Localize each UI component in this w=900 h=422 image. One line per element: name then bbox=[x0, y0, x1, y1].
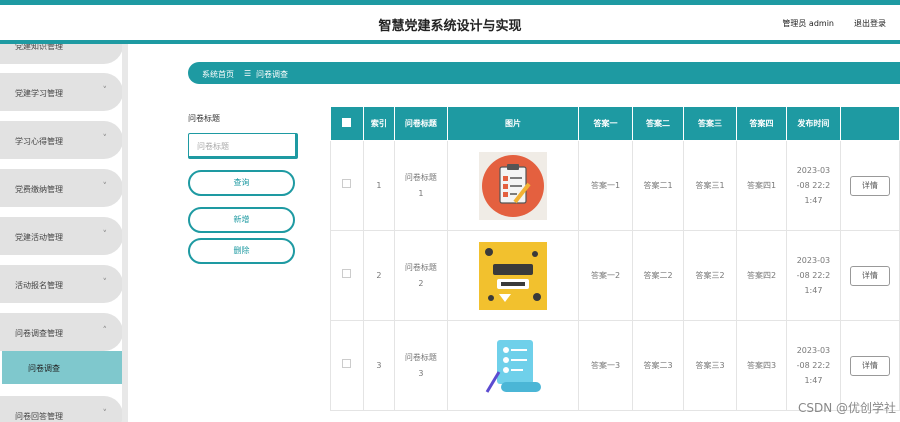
sidebar-item-signup[interactable]: 活动报名管理 ˅ bbox=[0, 265, 122, 303]
query-button[interactable]: 查询 bbox=[188, 170, 295, 196]
chevron-down-icon: ˅ bbox=[102, 182, 108, 192]
app-title: 智慧党建系统设计与实现 bbox=[378, 19, 522, 34]
row-publish-time: 2023-03 -08 22:2 1:47 bbox=[786, 320, 841, 411]
sidebar-item-label: 学习心得管理 bbox=[15, 137, 63, 146]
breadcrumb: 系统首页 ☰ 问卷调查 bbox=[188, 62, 900, 84]
table-row: 3 问卷标题 3 答案一3 答案二3 答案三3 答案四3 2023-03 -08… bbox=[330, 320, 900, 411]
table-row: 2 问卷标题 2 答案一2 答案二2 答案三2 答案四2 2023-03 -08… bbox=[330, 230, 900, 321]
sidebar-item-dues[interactable]: 党费缴纳管理 ˅ bbox=[0, 169, 122, 207]
chevron-down-icon: ˅ bbox=[102, 134, 108, 144]
row-index: 2 bbox=[362, 230, 395, 321]
menu-icon: ☰ bbox=[244, 69, 252, 78]
sidebar-item-survey-answers[interactable]: 问卷回答管理 ˅ bbox=[0, 396, 122, 422]
detail-button[interactable]: 详情 bbox=[849, 265, 890, 286]
sidebar-item-label: 党建知识管理 bbox=[15, 44, 63, 51]
col-answer2: 答案二 bbox=[631, 106, 685, 141]
clipboard-checklist-image bbox=[478, 151, 547, 220]
scroll-list-image bbox=[478, 331, 547, 400]
sidebar-item-label: 问卷调查管理 bbox=[15, 329, 63, 338]
row-index: 3 bbox=[362, 320, 395, 411]
chevron-down-icon: ˅ bbox=[102, 86, 108, 96]
row-publish-time: 2023-03 -08 22:2 1:47 bbox=[786, 140, 841, 231]
row-image bbox=[446, 230, 580, 321]
row-actions: 详情 bbox=[839, 230, 900, 321]
col-image: 图片 bbox=[446, 106, 580, 141]
col-title: 问卷标题 bbox=[393, 106, 448, 141]
col-answer1: 答案一 bbox=[578, 106, 633, 141]
sidebar-item-party-knowledge[interactable]: 党建知识管理 bbox=[0, 44, 122, 64]
row-image bbox=[446, 320, 580, 411]
survey-table: 索引 问卷标题 图片 答案一 答案二 答案三 答案四 发布时间 1 问卷标题1 bbox=[330, 106, 900, 411]
row-answer2: 答案二1 bbox=[631, 140, 685, 231]
breadcrumb-home[interactable]: 系统首页 bbox=[202, 69, 234, 80]
logout-link[interactable]: 退出登录 bbox=[854, 18, 886, 29]
row-answer3: 答案三2 bbox=[683, 230, 737, 321]
chevron-down-icon: ˅ bbox=[102, 278, 108, 288]
row-checkbox[interactable] bbox=[330, 140, 364, 231]
sidebar-item-survey[interactable]: 问卷调查管理 ˄ bbox=[0, 313, 122, 351]
sidebar-item-party-study[interactable]: 党建学习管理 ˅ bbox=[0, 73, 122, 111]
sidebar-subitem-survey[interactable]: 问卷调查 bbox=[2, 351, 122, 384]
sidebar-subitem-label: 问卷调查 bbox=[28, 364, 60, 373]
row-actions: 详情 bbox=[839, 140, 900, 231]
sidebar-item-label: 党建活动管理 bbox=[15, 233, 63, 242]
row-answer4: 答案四3 bbox=[735, 320, 788, 411]
row-answer3: 答案三3 bbox=[683, 320, 737, 411]
watermark: CSDN @优创学社 bbox=[797, 401, 896, 415]
chevron-down-icon: ˅ bbox=[102, 409, 108, 419]
select-all-checkbox[interactable] bbox=[330, 106, 364, 141]
search-label: 问卷标题 bbox=[188, 114, 220, 123]
row-image bbox=[446, 140, 580, 231]
sidebar-item-label: 活动报名管理 bbox=[15, 281, 63, 290]
row-answer1: 答案一1 bbox=[578, 140, 633, 231]
row-answer1: 答案一2 bbox=[578, 230, 633, 321]
sidebar-item-label: 党费缴纳管理 bbox=[15, 185, 63, 194]
current-user: 管理员 admin bbox=[782, 19, 834, 28]
sidebar: 党建知识管理 党建学习管理 ˅ 学习心得管理 ˅ 党费缴纳管理 ˅ 党建活动管理… bbox=[0, 44, 128, 422]
table-header-row: 索引 问卷标题 图片 答案一 答案二 答案三 答案四 发布时间 bbox=[330, 106, 900, 141]
search-input[interactable]: 问卷标题 bbox=[188, 133, 298, 159]
row-answer2: 答案二2 bbox=[631, 230, 685, 321]
row-checkbox[interactable] bbox=[330, 230, 364, 321]
col-actions bbox=[839, 106, 900, 141]
row-answer3: 答案三1 bbox=[683, 140, 737, 231]
row-answer4: 答案四2 bbox=[735, 230, 788, 321]
row-answer1: 答案一3 bbox=[578, 320, 633, 411]
add-button[interactable]: 新增 bbox=[188, 207, 295, 233]
col-answer3: 答案三 bbox=[683, 106, 737, 141]
detail-button[interactable]: 详情 bbox=[849, 175, 890, 196]
row-index: 1 bbox=[362, 140, 395, 231]
col-publish-time: 发布时间 bbox=[786, 106, 841, 141]
row-checkbox[interactable] bbox=[330, 320, 364, 411]
top-bar: 智慧党建系统设计与实现 管理员 admin 退出登录 bbox=[0, 0, 900, 44]
row-title: 问卷标题 3 bbox=[393, 320, 448, 411]
survey-poster-image bbox=[478, 241, 547, 310]
chevron-up-icon: ˄ bbox=[102, 326, 108, 336]
row-answer4: 答案四1 bbox=[735, 140, 788, 231]
col-index: 索引 bbox=[362, 106, 395, 141]
chevron-down-icon: ˅ bbox=[102, 230, 108, 240]
sidebar-item-label: 问卷回答管理 bbox=[15, 412, 63, 421]
row-publish-time: 2023-03 -08 22:2 1:47 bbox=[786, 230, 841, 321]
col-answer4: 答案四 bbox=[735, 106, 788, 141]
detail-button[interactable]: 详情 bbox=[849, 355, 890, 376]
sidebar-item-label: 党建学习管理 bbox=[15, 89, 63, 98]
breadcrumb-current: 问卷调查 bbox=[256, 70, 288, 79]
row-actions: 详情 bbox=[839, 320, 900, 411]
table-row: 1 问卷标题 1 答案一1 答案二1 答案三1 答案四1 2023-03 -08… bbox=[330, 140, 900, 231]
delete-button[interactable]: 删除 bbox=[188, 238, 295, 264]
row-title: 问卷标题 1 bbox=[393, 140, 448, 231]
sidebar-item-study-notes[interactable]: 学习心得管理 ˅ bbox=[0, 121, 122, 159]
row-title: 问卷标题 2 bbox=[393, 230, 448, 321]
row-answer2: 答案二3 bbox=[631, 320, 685, 411]
sidebar-item-activities[interactable]: 党建活动管理 ˅ bbox=[0, 217, 122, 255]
